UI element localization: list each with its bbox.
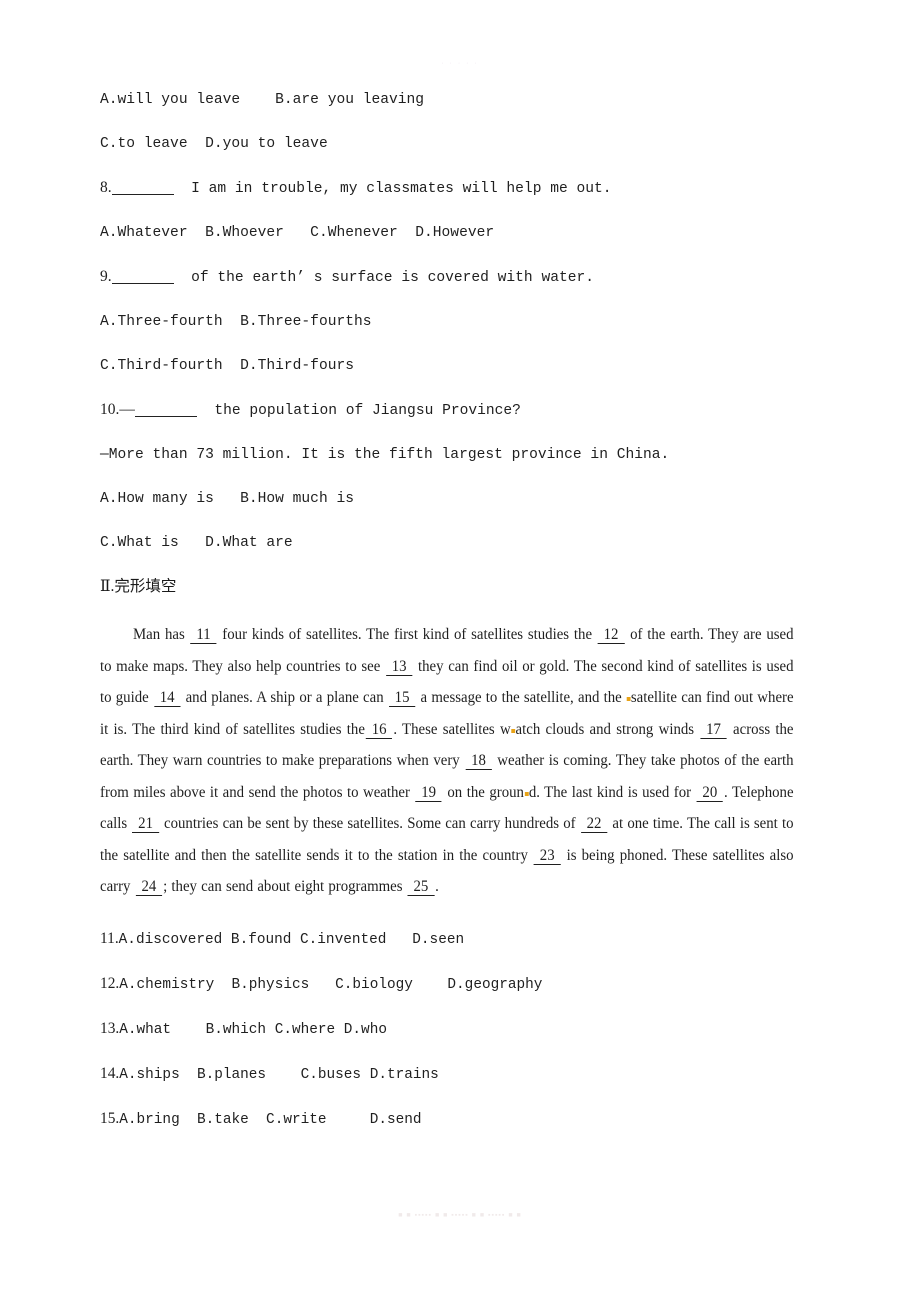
passage-text: . [435, 878, 439, 895]
cloze-option-number: 12. [100, 974, 120, 992]
cloze-option-row: 15.A.bring B.take C.write D.send [100, 1097, 800, 1142]
document-page: · · · · · A.will you leave B.are you lea… [0, 0, 920, 1302]
cloze-blank-23[interactable]: 23 [533, 847, 561, 865]
passage-text: . These satellites w [393, 720, 511, 738]
cloze-blank-14[interactable]: 14 [153, 689, 181, 707]
q10-number: 10.— [100, 401, 135, 418]
cloze-blank-24[interactable]: 24 [135, 878, 163, 896]
cloze-options-list: 11.A.discovered B.found C.invented D.see… [100, 917, 800, 1142]
passage-text: atch clouds and strong winds [515, 720, 700, 738]
cloze-passage: Man has 11 four kinds of satellites. The… [100, 619, 794, 903]
cloze-blank-12[interactable]: 12 [597, 626, 625, 644]
question-9-options-cd: C.Third-fourth D.Third-fours [100, 358, 354, 374]
cloze-blank-21[interactable]: 21 [132, 815, 159, 833]
cloze-option-number: 13. [100, 1019, 120, 1037]
cloze-option-choices[interactable]: A.ships B.planes C.buses D.trains [119, 1067, 439, 1083]
q7-options-cd: C.to leave D.you to leave [100, 136, 328, 152]
q8-blank[interactable] [111, 179, 174, 195]
cloze-option-number: 14. [100, 1064, 120, 1082]
q9-number: 9. [100, 268, 112, 285]
cloze-option-choices[interactable]: A.chemistry B.physics C.biology D.geogra… [119, 977, 542, 993]
cloze-blank-19[interactable]: 19 [415, 784, 442, 802]
q10-blank[interactable] [134, 401, 197, 417]
cloze-blank-20[interactable]: 20 [696, 784, 724, 802]
section-2-heading: Ⅱ.完形填空 [100, 578, 177, 595]
watermark-bottom: ■ ■ ▪▪▪▪▪ ■ ■ ▪▪▪▪▪ ■ ■ ▪▪▪▪▪ ■ ■ [398, 1212, 522, 1219]
passage-text: on the groun [442, 783, 524, 801]
cloze-option-row: 14.A.ships B.planes C.buses D.trains [100, 1052, 800, 1097]
cloze-blank-18[interactable]: 18 [465, 752, 492, 770]
passage-text: ; they can send about eight programmes [163, 878, 407, 895]
passage-text: Man has [132, 626, 190, 643]
passage-text: d. The last kind is used for [528, 783, 696, 801]
passage-text: a message to the satellite, and the [416, 689, 626, 706]
q7-options-ab: A.will you leave B.are you leaving [100, 92, 425, 108]
question-9-options-ab: A.Three-fourth B.Three-fourths [100, 314, 372, 330]
cloze-option-choices[interactable]: A.what B.which C.where D.who [119, 1022, 387, 1038]
question-10-answer: —More than 73 million. It is the fifth l… [100, 447, 670, 463]
cloze-option-row: 13.A.what B.which C.where D.who [100, 1007, 800, 1052]
cloze-option-number: 15. [100, 1109, 120, 1127]
cloze-blank-11[interactable]: 11 [190, 626, 217, 644]
question-10-options-cd: C.What is D.What are [100, 535, 293, 551]
question-8-options: A.Whatever B.Whoever C.Whenever D.Howeve… [100, 225, 495, 241]
cloze-option-number: 11. [100, 929, 119, 947]
cloze-blank-22[interactable]: 22 [580, 815, 608, 833]
cloze-blank-16[interactable]: 16 [365, 721, 393, 739]
q9-blank[interactable] [111, 268, 174, 284]
question-8-stem: 8. I am in trouble, my classmates will h… [100, 166, 800, 211]
question-10-stem: 10.— the population of Jiangsu Province? [100, 388, 800, 433]
cloze-blank-25[interactable]: 25 [407, 878, 435, 896]
cloze-option-row: 12.A.chemistry B.physics C.biology D.geo… [100, 962, 800, 1007]
question-10-options-ab: A.How many is B.How much is [100, 491, 354, 507]
passage-text: and planes. A ship or a plane can [181, 689, 388, 706]
cloze-blank-15[interactable]: 15 [388, 689, 416, 707]
cloze-option-choices[interactable]: A.bring B.take C.write D.send [119, 1112, 421, 1128]
cloze-blank-17[interactable]: 17 [700, 721, 727, 739]
question-9-stem: 9. of the earth’ s surface is covered wi… [100, 255, 800, 300]
cloze-option-row: 11.A.discovered B.found C.invented D.see… [100, 917, 800, 962]
cloze-option-choices[interactable]: A.discovered B.found C.invented D.seen [119, 932, 464, 948]
document-content: A.will you leave B.are you leaving C.to … [100, 0, 800, 1142]
passage-text: countries can be sent by these satellite… [159, 815, 580, 832]
cloze-blank-13[interactable]: 13 [385, 658, 413, 676]
passage-text: four kinds of satellites. The first kind… [217, 626, 597, 643]
q9-stem-text: of the earth’ s surface is covered with … [173, 270, 594, 286]
q8-stem-text: I am in trouble, my classmates will help… [173, 181, 612, 197]
q8-number: 8. [100, 179, 112, 196]
q10-stem-text: the population of Jiangsu Province? [196, 403, 521, 419]
